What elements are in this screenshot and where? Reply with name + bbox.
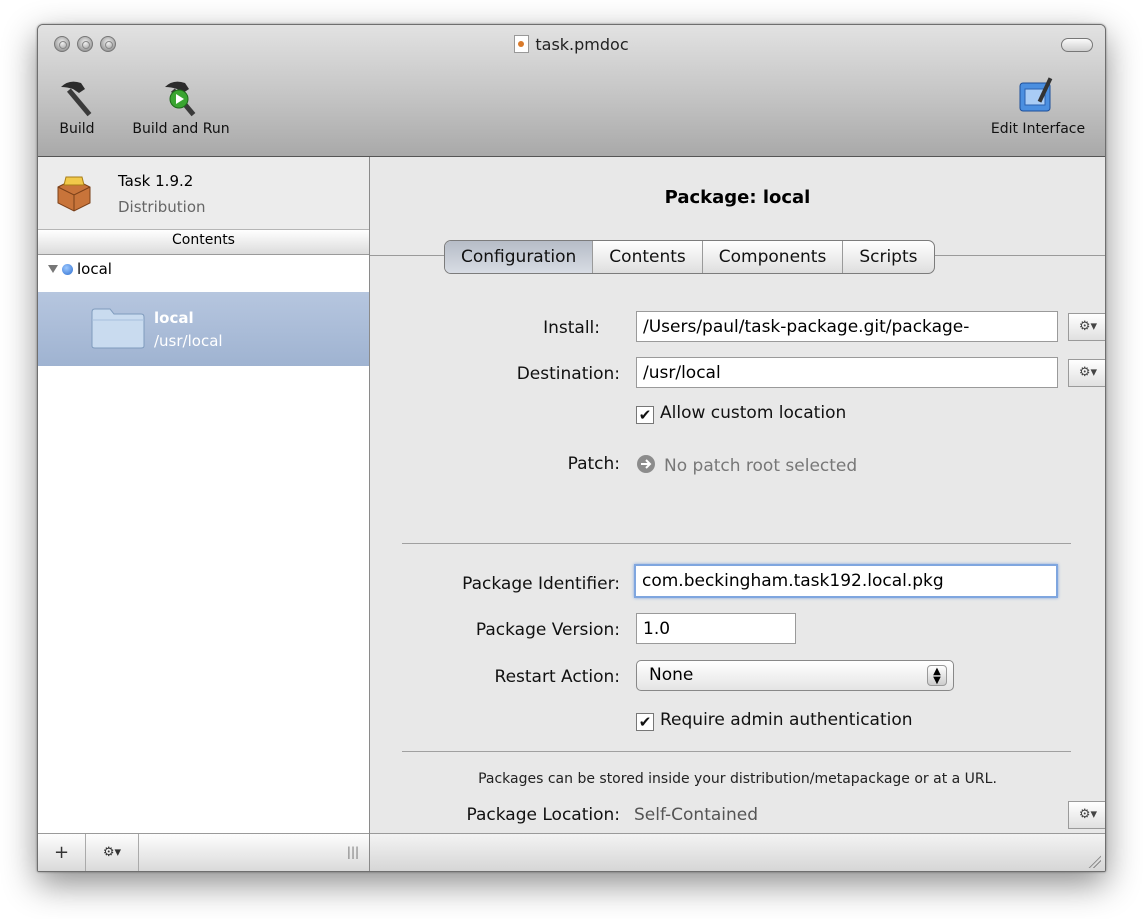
disclosure-triangle-icon[interactable] (48, 265, 58, 273)
add-button[interactable]: + (38, 834, 86, 871)
require-admin-checkbox[interactable]: ✔ Require admin authentication (636, 710, 913, 731)
install-gear-button[interactable]: ⚙▾ (1068, 313, 1105, 341)
section-divider (402, 543, 1071, 544)
build-and-run-label: Build and Run (132, 121, 230, 137)
folder-icon (91, 308, 145, 349)
build-and-run-button[interactable]: Build and Run (118, 77, 244, 137)
section-divider (402, 751, 1071, 752)
window-title: task.pmdoc (38, 35, 1105, 54)
package-location-gear-button[interactable]: ⚙▾ (1068, 801, 1105, 829)
checkmark-icon: ✔ (636, 406, 654, 424)
patch-value: No patch root selected (664, 456, 858, 476)
tree-group-label: local (77, 260, 112, 278)
resize-grip-icon[interactable] (1087, 854, 1101, 868)
distribution-header[interactable]: Task 1.9.2 Distribution (38, 157, 369, 230)
window-title-text: task.pmdoc (535, 35, 629, 54)
document-icon (514, 35, 530, 53)
selected-package-item[interactable]: local /usr/local (38, 292, 369, 366)
toolbar-toggle-button[interactable] (1061, 38, 1093, 52)
build-and-run-icon (165, 81, 196, 117)
require-admin-label: Require admin authentication (660, 710, 913, 730)
tree-group-local[interactable]: local (48, 260, 112, 278)
tab-contents[interactable]: Contents (593, 241, 703, 273)
destination-field[interactable] (636, 357, 1058, 388)
package-name: Task 1.9.2 (118, 172, 194, 190)
selected-item-path: /usr/local (154, 332, 223, 350)
sidebar: Task 1.9.2 Distribution Contents local l… (38, 157, 370, 871)
checkmark-icon: ✔ (636, 713, 654, 731)
build-label: Build (59, 121, 95, 137)
edit-interface-button[interactable]: Edit Interface (979, 77, 1097, 137)
destination-gear-button[interactable]: ⚙▾ (1068, 359, 1105, 387)
patch-selector[interactable]: No patch root selected (636, 454, 857, 476)
restart-action-popup[interactable]: None ▲ ▼ (636, 660, 954, 691)
tab-configuration[interactable]: Configuration (445, 241, 594, 273)
app-window: task.pmdoc Build Build and Run Edit Inte… (37, 24, 1106, 872)
sidebar-resize-handle[interactable]: ||| (338, 834, 368, 871)
install-path-field[interactable] (636, 311, 1058, 342)
package-identifier-field[interactable] (634, 564, 1058, 598)
hammer-icon (61, 81, 92, 117)
sidebar-gear-button[interactable]: ⚙▾ (86, 834, 139, 871)
edit-interface-icon (1019, 77, 1053, 112)
sidebar-bottom-bar: + ⚙▾ ||| (38, 833, 369, 871)
package-version-field[interactable] (636, 613, 796, 644)
page-title: Package: local (664, 187, 811, 208)
up-down-arrows-icon: ▲ ▼ (927, 665, 947, 686)
package-type: Distribution (118, 198, 206, 216)
tab-bar: Configuration Contents Components Script… (444, 240, 935, 274)
globe-icon (62, 264, 73, 275)
main-pane: Package: local Configuration Contents Co… (370, 157, 1105, 871)
main-bottom-bar (370, 833, 1105, 871)
allow-custom-location-label: Allow custom location (660, 403, 847, 423)
package-box-icon (57, 176, 91, 212)
restart-action-value: None (649, 665, 694, 685)
allow-custom-location-checkbox[interactable]: ✔ Allow custom location (636, 403, 846, 424)
package-location-value: Self-Contained (634, 805, 759, 825)
build-button[interactable]: Build (52, 77, 102, 137)
package-location-info: Packages can be stored inside your distr… (478, 771, 997, 787)
tab-scripts[interactable]: Scripts (843, 241, 933, 273)
arrow-circle-icon (637, 455, 655, 473)
selected-item-name: local (154, 309, 194, 327)
edit-interface-label: Edit Interface (990, 121, 1086, 137)
tab-components[interactable]: Components (703, 241, 844, 273)
contents-header: Contents (38, 230, 369, 255)
toolbar: task.pmdoc Build Build and Run Edit Inte… (38, 25, 1105, 157)
